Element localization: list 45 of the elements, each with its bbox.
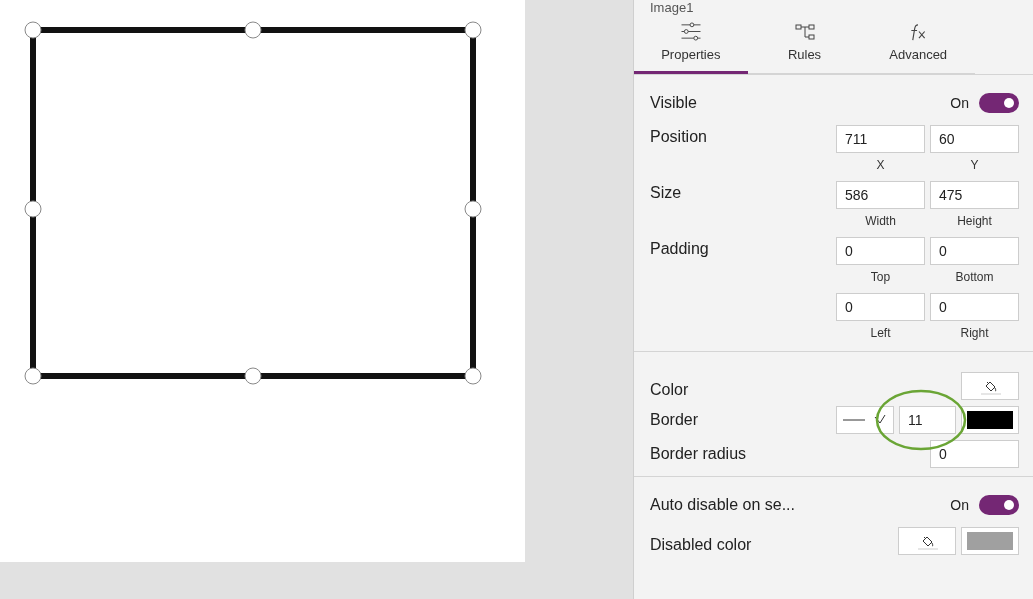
- property-label: Color: [650, 380, 689, 399]
- color-swatch-button[interactable]: [961, 527, 1019, 555]
- input-field[interactable]: 0: [836, 293, 925, 321]
- field-caption: Left: [870, 325, 891, 342]
- sliders-icon: [679, 22, 702, 41]
- image-frame-drawing[interactable]: [22, 18, 484, 388]
- field-caption: X: [876, 157, 885, 174]
- function-icon: [909, 22, 928, 41]
- property-label: Border: [650, 410, 699, 429]
- property-label: Padding: [650, 239, 709, 258]
- border-style-dropdown[interactable]: [836, 406, 894, 434]
- toggle-state-text: On: [950, 95, 969, 111]
- property-label: Auto disable on se...: [650, 496, 795, 514]
- field-caption: Width: [865, 213, 896, 230]
- property-label: Border radius: [650, 444, 747, 463]
- line-style-icon: [843, 414, 887, 426]
- toggle-switch[interactable]: [979, 495, 1019, 515]
- property-label: Position: [650, 127, 707, 146]
- fill-color-button[interactable]: [961, 372, 1019, 400]
- field-caption: Right: [960, 325, 989, 342]
- tab[interactable]: Properties: [634, 22, 748, 74]
- property-label: Size: [650, 183, 682, 202]
- color-swatch-button[interactable]: [961, 406, 1019, 434]
- property-label: Disabled color: [650, 535, 752, 554]
- input-field[interactable]: 586: [836, 181, 925, 209]
- input-field[interactable]: 0: [930, 237, 1019, 265]
- field-caption: Bottom: [955, 269, 994, 286]
- input-field[interactable]: 11: [899, 406, 956, 434]
- input-field[interactable]: 711: [836, 125, 925, 153]
- panel-title: Image1: [649, 0, 694, 16]
- input-field[interactable]: 0: [930, 440, 1019, 468]
- field-caption: Height: [957, 213, 992, 230]
- field-caption: Top: [870, 269, 891, 286]
- input-field[interactable]: 475: [930, 181, 1019, 209]
- flowchart-icon: [794, 23, 815, 41]
- input-field[interactable]: 0: [836, 237, 925, 265]
- input-field[interactable]: 0: [930, 293, 1019, 321]
- property-label: Visible: [650, 94, 697, 112]
- input-field[interactable]: 60: [930, 125, 1019, 153]
- tab[interactable]: Rules: [747, 22, 862, 74]
- field-caption: Y: [970, 157, 979, 174]
- fill-color-button[interactable]: [898, 527, 956, 555]
- toggle-switch[interactable]: [979, 93, 1019, 113]
- toggle-state-text: On: [950, 497, 969, 513]
- tab[interactable]: Advanced: [861, 22, 975, 74]
